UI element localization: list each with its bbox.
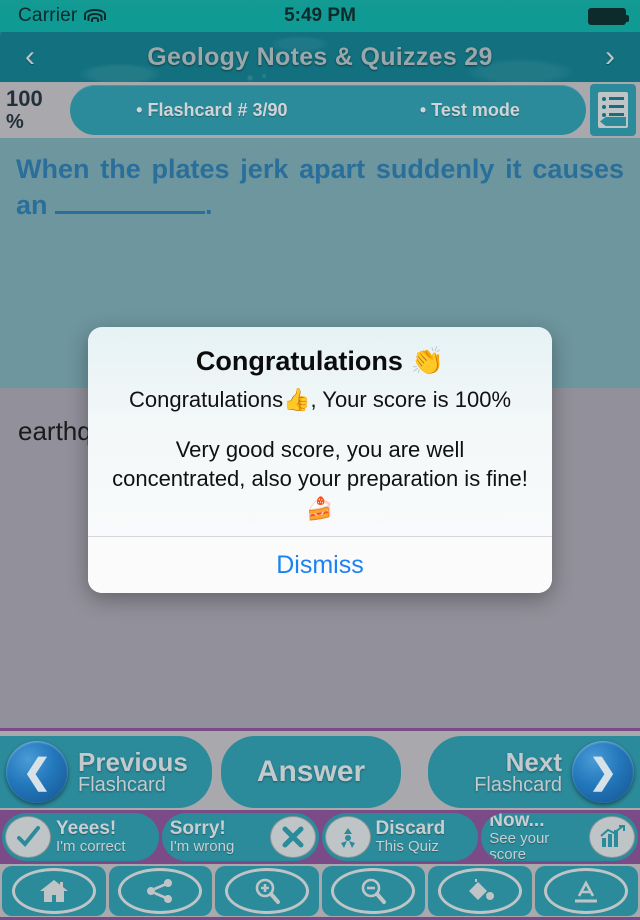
battery-full-icon bbox=[588, 7, 629, 25]
page-title: Geology Notes & Quizzes 29 bbox=[147, 42, 493, 71]
score-percent-sign: % bbox=[6, 111, 24, 133]
tab-zoom-out[interactable] bbox=[321, 865, 425, 916]
previous-flashcard-button[interactable]: ❮ Previous Flashcard bbox=[0, 736, 212, 808]
mark-wrong-label: Sorry! I'm wrong bbox=[162, 819, 237, 855]
share-icon bbox=[118, 867, 203, 914]
chevron-left-icon: ❮ bbox=[6, 741, 68, 803]
text-format-icon bbox=[544, 867, 629, 914]
cross-icon bbox=[269, 816, 316, 858]
next-flashcard-button[interactable]: Next Flashcard ❯ bbox=[428, 736, 640, 808]
answer-button-label: Answer bbox=[256, 755, 366, 788]
see-score-label: Now... See your score bbox=[481, 813, 589, 861]
action-row: Yeees! I'm correct Sorry! I'm wrong Disc… bbox=[0, 810, 640, 864]
mark-correct-label: Yeees! I'm correct bbox=[54, 819, 128, 855]
wrong-line1: Sorry! bbox=[169, 818, 226, 840]
tab-bar bbox=[0, 864, 640, 920]
discard-quiz-label: Discard This Quiz bbox=[374, 819, 448, 855]
flashcard-nav-row: ❮ Previous Flashcard Answer Next Flashca… bbox=[0, 728, 640, 813]
chart-icon bbox=[589, 816, 635, 858]
info-bar: 100 % • Flashcard # 3/90 • Test mode bbox=[0, 82, 640, 138]
status-bar: Carrier 5:49 PM bbox=[0, 0, 640, 32]
magnifier-plus-icon bbox=[224, 867, 309, 914]
dialog-message-primary: Congratulations👍, Your score is 100% bbox=[128, 387, 512, 412]
check-icon bbox=[5, 816, 51, 858]
next-label-line2: Flashcard bbox=[474, 774, 562, 797]
discard-quiz-button[interactable]: Discard This Quiz bbox=[321, 813, 479, 861]
previous-flashcard-label: Previous Flashcard bbox=[68, 749, 198, 796]
home-icon bbox=[11, 867, 96, 914]
wrong-line2: I'm wrong bbox=[169, 838, 235, 856]
clap-emoji-icon: 👏 bbox=[410, 346, 445, 377]
tab-home[interactable] bbox=[2, 865, 106, 916]
forward-button[interactable]: › bbox=[580, 40, 640, 74]
dismiss-button[interactable]: Dismiss bbox=[88, 537, 552, 593]
dialog-body: Congratulations 👏 Congratulations👍, Your… bbox=[88, 327, 552, 536]
score-indicator: 100 % bbox=[0, 86, 66, 133]
answer-blank bbox=[55, 210, 206, 214]
magnifier-minus-icon bbox=[331, 867, 416, 914]
discard-line2: This Quiz bbox=[375, 838, 439, 856]
tab-share[interactable] bbox=[108, 865, 212, 916]
correct-line2: I'm correct bbox=[56, 838, 126, 856]
paint-bucket-icon bbox=[437, 867, 522, 914]
mode-label: • Test mode bbox=[419, 99, 520, 120]
question-text-part2: . bbox=[205, 189, 213, 220]
tab-zoom-in[interactable] bbox=[215, 865, 319, 916]
clock-label: 5:49 PM bbox=[284, 5, 356, 26]
mark-correct-button[interactable]: Yeees! I'm correct bbox=[2, 813, 159, 861]
see-score-button[interactable]: Now... See your score bbox=[481, 813, 638, 861]
score-line2: See your score bbox=[489, 830, 550, 861]
tab-font[interactable] bbox=[534, 865, 638, 916]
flashcard-status-pill[interactable]: • Flashcard # 3/90 • Test mode bbox=[70, 85, 586, 135]
score-line1: Now... bbox=[489, 813, 545, 832]
previous-label-line1: Previous bbox=[78, 746, 188, 777]
recycle-icon bbox=[324, 816, 371, 858]
dialog-message-secondary: Very good score, you are well concentrat… bbox=[112, 437, 528, 521]
nav-bar: ‹ Geology Notes & Quizzes 29 › bbox=[0, 32, 640, 82]
mark-wrong-button[interactable]: Sorry! I'm wrong bbox=[161, 813, 319, 861]
score-value: 100 bbox=[6, 86, 43, 111]
dialog-title-text: Congratulations bbox=[195, 346, 403, 376]
previous-label-line2: Flashcard bbox=[78, 774, 166, 797]
flashcard-counter: • Flashcard # 3/90 bbox=[136, 99, 288, 120]
next-flashcard-label: Next Flashcard bbox=[464, 749, 572, 796]
notes-list-icon bbox=[598, 92, 628, 128]
back-button[interactable]: ‹ bbox=[0, 40, 60, 74]
next-label-line1: Next bbox=[505, 746, 562, 777]
dialog-title: Congratulations 👏 bbox=[110, 345, 530, 377]
correct-line1: Yeees! bbox=[56, 818, 117, 840]
chevron-right-icon: ❯ bbox=[572, 741, 634, 803]
answer-button[interactable]: Answer bbox=[221, 736, 401, 808]
app-screen: Carrier 5:49 PM ‹ Geology Notes & Quizze… bbox=[0, 0, 640, 920]
congratulations-dialog: Congratulations 👏 Congratulations👍, Your… bbox=[88, 327, 552, 593]
tab-theme[interactable] bbox=[428, 865, 532, 916]
question-text: When the plates jerk apart suddenly it c… bbox=[16, 152, 624, 224]
discard-line1: Discard bbox=[375, 818, 446, 840]
notes-list-button[interactable] bbox=[590, 84, 636, 136]
